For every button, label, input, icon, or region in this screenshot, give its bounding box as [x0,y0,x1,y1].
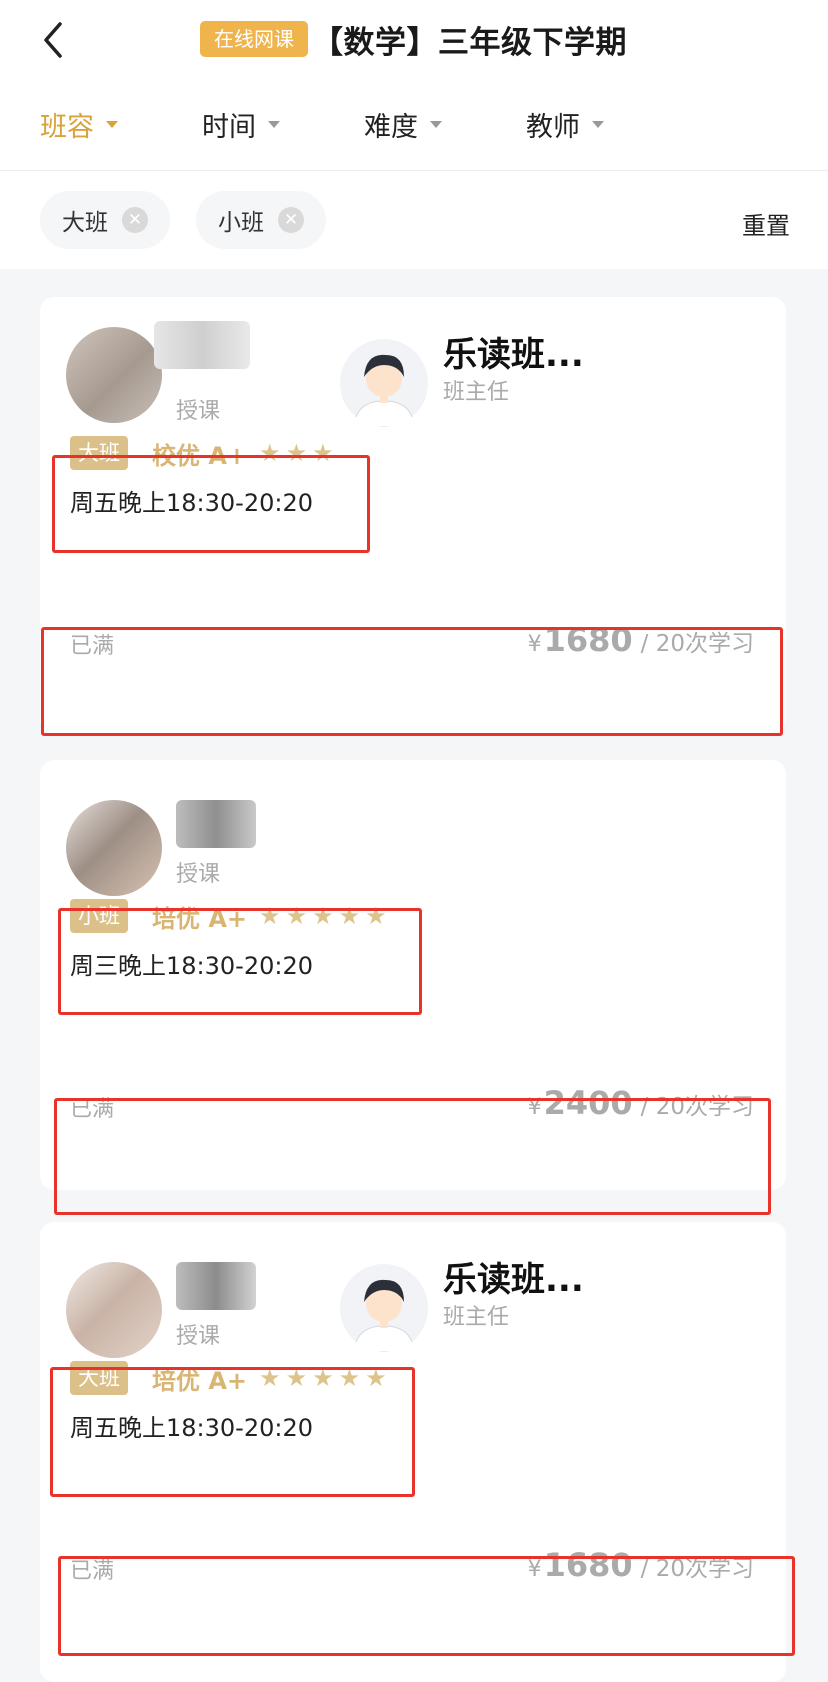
highlight-box [52,455,370,553]
filter-label: 班容 [40,112,94,143]
manager-avatar [340,1264,428,1352]
teacher-avatar [66,1262,162,1358]
highlight-box [41,627,783,736]
filter-class-size[interactable]: 班容 [40,105,118,144]
back-arrow-icon[interactable] [40,20,70,60]
teacher-name-blurred [154,321,250,369]
filter-bar: 班容 时间 难度 教师 [0,105,828,155]
close-icon[interactable]: ✕ [122,207,148,233]
tag-chip-small-class[interactable]: 小班 ✕ [196,191,326,249]
page-title-group: 在线网课 【数学】三年级下学期 [200,18,627,61]
manager-name: 乐读班... [443,1260,584,1300]
manager-role: 班主任 [443,380,510,405]
teacher-role: 授课 [176,862,221,887]
caret-down-icon [106,121,118,128]
filter-time[interactable]: 时间 [202,105,280,144]
teacher-name-blurred [176,800,256,848]
filter-label: 难度 [364,112,418,143]
teacher-name-blurred [176,1262,256,1310]
caret-down-icon [592,121,604,128]
filter-teacher[interactable]: 教师 [526,105,604,144]
online-course-badge: 在线网课 [200,21,308,57]
page-title: 【数学】三年级下学期 [312,24,627,61]
highlight-box [58,1556,795,1656]
manager-name: 乐读班... [443,335,584,375]
tag-label: 大班 [62,210,108,236]
highlight-box [58,908,422,1015]
close-icon[interactable]: ✕ [278,207,304,233]
tag-label: 小班 [218,210,264,236]
reset-button[interactable]: 重置 [742,206,790,241]
manager-role: 班主任 [443,1305,510,1330]
highlight-box [54,1098,771,1215]
caret-down-icon [268,121,280,128]
filter-label: 时间 [202,112,256,143]
selected-tags-bar: 大班 ✕ 小班 ✕ 重置 [0,171,828,269]
caret-down-icon [430,121,442,128]
teacher-avatar [66,327,162,423]
teacher-role: 授课 [176,1324,221,1349]
teacher-avatar [66,800,162,896]
filter-difficulty[interactable]: 难度 [364,105,442,144]
top-bar: 在线网课 【数学】三年级下学期 班容 时间 难度 教师 [0,0,828,170]
tag-chip-large-class[interactable]: 大班 ✕ [40,191,170,249]
filter-label: 教师 [526,112,580,143]
highlight-box [50,1367,415,1497]
teacher-role: 授课 [176,399,221,424]
manager-avatar [340,339,428,427]
